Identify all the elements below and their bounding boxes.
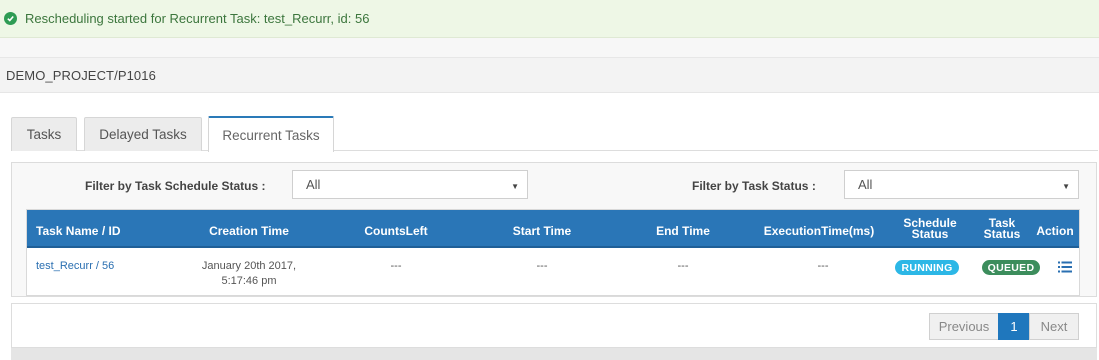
task-status-filter-label: Filter by Task Status :	[692, 179, 816, 193]
schedule-status-select[interactable]: All ▼	[292, 170, 528, 199]
next-page-button[interactable]: Next	[1029, 313, 1079, 340]
header-schedule-status: Schedule Status	[895, 217, 965, 241]
schedule-status-select-value: All	[306, 177, 321, 192]
chevron-down-icon: ▼	[511, 182, 519, 191]
header-task-name: Task Name / ID	[36, 224, 121, 238]
success-alert: Rescheduling started for Recurrent Task:…	[0, 0, 1099, 38]
header-creation-time: Creation Time	[209, 224, 289, 238]
spacer	[0, 38, 1099, 57]
table-header: Task Name / ID Creation Time CountsLeft …	[27, 210, 1079, 248]
tasks-table: Task Name / ID Creation Time CountsLeft …	[26, 209, 1080, 296]
chevron-down-icon: ▼	[1062, 182, 1070, 191]
tab-delayed-tasks[interactable]: Delayed Tasks	[84, 117, 202, 151]
breadcrumb: DEMO_PROJECT/P1016	[6, 67, 156, 83]
tasks-panel: Filter by Task Schedule Status : All ▼ F…	[11, 162, 1097, 297]
page-1-button[interactable]: 1	[998, 313, 1030, 340]
task-status-select-value: All	[858, 177, 873, 192]
creation-time-cell: January 20th 2017, 5:17:46 pm	[189, 259, 309, 289]
header-start-time: Start Time	[512, 224, 572, 238]
tab-tasks[interactable]: Tasks	[11, 117, 77, 151]
end-time-cell: ---	[677, 260, 689, 272]
execution-time-cell: ---	[817, 260, 829, 272]
tab-bar: Tasks Delayed Tasks Recurrent Tasks	[11, 116, 1098, 152]
counts-left-cell: ---	[390, 260, 402, 272]
creation-time-date: January 20th 2017,	[201, 260, 297, 272]
tab-recurrent-tasks[interactable]: Recurrent Tasks	[208, 116, 334, 152]
pagination-bar: Previous 1 Next	[11, 303, 1097, 348]
table-row: test_Recurr / 56 January 20th 2017, 5:17…	[27, 248, 1079, 295]
list-icon[interactable]	[1058, 261, 1072, 273]
task-status-badge: QUEUED	[982, 260, 1040, 275]
breadcrumb-bar: DEMO_PROJECT/P1016	[0, 57, 1099, 93]
header-execution-time: ExecutionTime(ms)	[763, 224, 875, 238]
alert-message: Rescheduling started for Recurrent Task:…	[25, 11, 370, 26]
footer-strip	[11, 348, 1097, 360]
header-task-status-line2: Status	[983, 227, 1021, 241]
check-circle-icon	[4, 12, 17, 25]
task-status-select[interactable]: All ▼	[844, 170, 1079, 199]
previous-page-button[interactable]: Previous	[929, 313, 999, 340]
header-end-time: End Time	[656, 224, 710, 238]
header-schedule-status-line2: Status	[911, 227, 949, 241]
start-time-cell: ---	[536, 260, 548, 272]
header-task-status: Task Status	[975, 217, 1029, 241]
task-name-link[interactable]: test_Recurr / 56	[36, 259, 114, 274]
creation-time-clock: 5:17:46 pm	[221, 275, 277, 287]
schedule-status-filter-label: Filter by Task Schedule Status :	[85, 179, 266, 193]
schedule-status-badge: RUNNING	[895, 260, 959, 275]
header-counts-left: CountsLeft	[364, 224, 428, 238]
header-action: Action	[1036, 224, 1074, 238]
